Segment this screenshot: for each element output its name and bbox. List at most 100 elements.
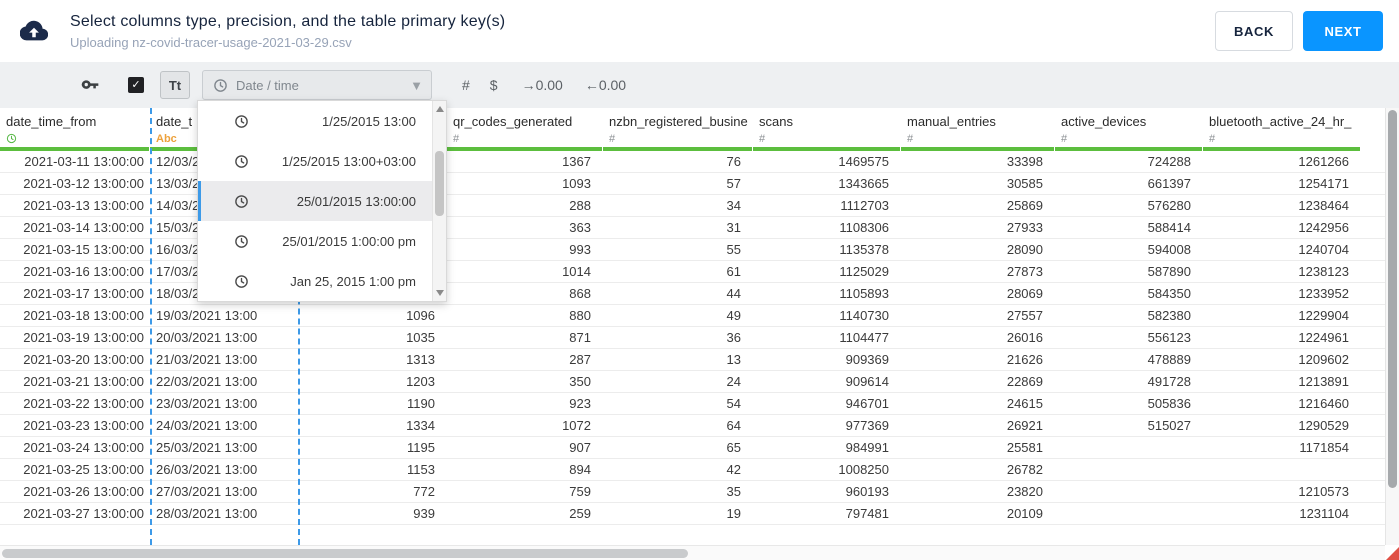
- table-cell: 27873: [1006, 264, 1043, 279]
- table-cell: 880: [569, 308, 591, 323]
- scroll-up-icon[interactable]: [436, 106, 444, 112]
- clock-icon: [234, 114, 249, 129]
- table-cell: 28/03/2021 13:00: [156, 506, 258, 521]
- table-cell: 2021-03-19 13:00:00: [23, 330, 144, 345]
- date-format-select[interactable]: Date / time ▼: [202, 70, 432, 100]
- table-cell: 19: [726, 506, 741, 521]
- date-format-option[interactable]: Jan 25, 2015 1:00 pm: [198, 261, 432, 301]
- date-format-option[interactable]: 25/01/2015 1:00:00 pm: [198, 221, 432, 261]
- table-cell: 909369: [845, 352, 889, 367]
- table-cell: 26921: [1006, 418, 1043, 433]
- number-type-button[interactable]: #: [462, 77, 470, 93]
- table-cell: 1469575: [838, 154, 889, 169]
- column-header-scans[interactable]: scans #: [753, 108, 901, 147]
- table-cell: 65: [726, 440, 741, 455]
- table-cell: 2021-03-22 13:00:00: [23, 396, 144, 411]
- vertical-scrollbar[interactable]: [1385, 108, 1399, 545]
- table-cell: 1195: [407, 440, 435, 455]
- column-name: active_devices: [1061, 114, 1147, 129]
- table-cell: 1093: [562, 176, 591, 191]
- table-cell: 2021-03-23 13:00:00: [23, 418, 144, 433]
- upload-cloud-icon: [20, 17, 48, 45]
- chevron-down-icon: ▼: [410, 77, 423, 93]
- datetime-type-icon: [6, 133, 146, 146]
- table-cell: 661397: [1147, 176, 1191, 191]
- clock-icon: [234, 194, 249, 209]
- column-header-bluetooth_active_24_hr_[interactable]: bluetooth_active_24_hr_ #: [1203, 108, 1361, 147]
- table-cell: 2021-03-24 13:00:00: [23, 440, 144, 455]
- back-button[interactable]: BACK: [1215, 11, 1293, 51]
- table-cell: 1238464: [1298, 198, 1349, 213]
- text-type-button[interactable]: Tt: [160, 71, 190, 99]
- column-type-label: #: [453, 133, 460, 145]
- table-cell: 27/03/2021 13:00: [156, 484, 258, 499]
- table-cell: 25581: [1006, 440, 1043, 455]
- column-name: nzbn_registered_busine: [609, 114, 748, 129]
- table-cell: 1242956: [1298, 220, 1349, 235]
- table-cell: 22869: [1006, 374, 1043, 389]
- column-selected-checkbox[interactable]: [128, 77, 144, 93]
- horizontal-scrollbar-thumb[interactable]: [2, 549, 688, 558]
- table-row: 2021-03-19 13:00:00 20/03/2021 13:00 1035 8…: [0, 327, 1385, 349]
- dropdown-scrollbar-thumb[interactable]: [435, 151, 444, 216]
- vertical-scrollbar-thumb[interactable]: [1388, 110, 1397, 488]
- table-cell: 759: [569, 484, 591, 499]
- primary-key-icon[interactable]: [80, 75, 100, 95]
- table-cell: 54: [726, 396, 741, 411]
- table-cell: 1072: [562, 418, 591, 433]
- date-format-option[interactable]: 1/25/2015 13:00: [198, 101, 432, 141]
- date-format-option[interactable]: 1/25/2015 13:00+03:00: [198, 141, 432, 181]
- table-cell: 1216460: [1298, 396, 1349, 411]
- table-cell: 2021-03-15 13:00:00: [23, 242, 144, 257]
- column-header-date_time_from[interactable]: date_time_from: [0, 108, 150, 147]
- date-format-option-list: 1/25/2015 13:00 1/25/2015 13:00+03:00 25/0…: [198, 101, 432, 301]
- increase-precision-button[interactable]: →0.00: [522, 77, 563, 93]
- table-cell: 19/03/2021 13:00: [156, 308, 258, 323]
- table-cell: 1229904: [1298, 308, 1349, 323]
- column-header-manual_entries[interactable]: manual_entries #: [901, 108, 1055, 147]
- table-cell: 20/03/2021 13:00: [156, 330, 258, 345]
- next-button[interactable]: NEXT: [1303, 11, 1383, 51]
- horizontal-scrollbar[interactable]: [0, 545, 1385, 560]
- table-cell: 594008: [1147, 242, 1191, 257]
- dropdown-scrollbar[interactable]: [432, 101, 446, 301]
- table-cell: 2021-03-25 13:00:00: [23, 462, 144, 477]
- table-cell: 28090: [1006, 242, 1043, 257]
- table-cell: 27933: [1006, 220, 1043, 235]
- table-cell: 64: [726, 418, 741, 433]
- table-cell: 1209602: [1298, 352, 1349, 367]
- table-cell: 288: [569, 198, 591, 213]
- table-cell: 939: [413, 506, 435, 521]
- table-cell: 1343665: [838, 176, 889, 191]
- date-format-select-value: Date / time: [236, 77, 299, 93]
- table-cell: 576280: [1147, 198, 1191, 213]
- table-cell: 556123: [1147, 330, 1191, 345]
- table-row: 2021-03-18 13:00:00 19/03/2021 13:00 1096 8…: [0, 305, 1385, 327]
- date-format-option[interactable]: 25/01/2015 13:00:00: [198, 181, 432, 221]
- currency-type-button[interactable]: $: [490, 77, 498, 93]
- column-header-active_devices[interactable]: active_devices #: [1055, 108, 1203, 147]
- table-cell: 909614: [845, 374, 889, 389]
- column-name: manual_entries: [907, 114, 996, 129]
- table-cell: 946701: [845, 396, 889, 411]
- column-header-nzbn_registered_busine[interactable]: nzbn_registered_busine #: [603, 108, 753, 147]
- table-cell: 2021-03-14 13:00:00: [23, 220, 144, 235]
- table-cell: 350: [569, 374, 591, 389]
- table-cell: [1055, 459, 1203, 480]
- table-cell: 797481: [845, 506, 889, 521]
- column-header-qr_codes_generated[interactable]: qr_codes_generated #: [447, 108, 603, 147]
- table-cell: 1254171: [1298, 176, 1349, 191]
- table-cell: 2021-03-16 13:00:00: [23, 264, 144, 279]
- table-cell: 363: [569, 220, 591, 235]
- table-row: 2021-03-26 13:00:00 27/03/2021 13:00 772 75…: [0, 481, 1385, 503]
- date-format-label: 25/01/2015 1:00:00 pm: [282, 233, 416, 249]
- table-cell: 25/03/2021 13:00: [156, 440, 258, 455]
- table-cell: 24615: [1006, 396, 1043, 411]
- table-cell: 61: [726, 264, 741, 279]
- decrease-precision-button[interactable]: ←0.00: [585, 77, 626, 93]
- table-cell: 1008250: [838, 462, 889, 477]
- column-name: date_time_from: [6, 114, 97, 129]
- table-cell: 478889: [1147, 352, 1191, 367]
- table-cell: 1238123: [1298, 264, 1349, 279]
- scroll-down-icon[interactable]: [436, 290, 444, 296]
